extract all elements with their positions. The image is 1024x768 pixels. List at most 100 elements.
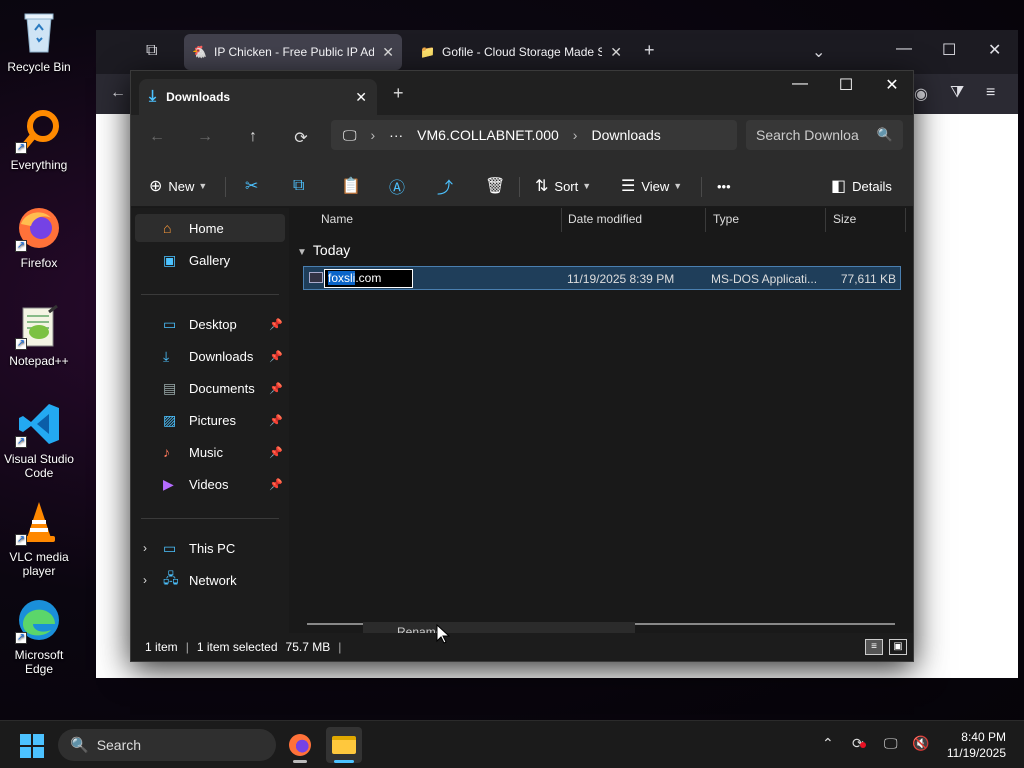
rename-icon: Ⓐ bbox=[389, 180, 406, 197]
taskbar-firefox[interactable] bbox=[282, 727, 318, 763]
sync-icon[interactable]: ⟳ bbox=[852, 735, 866, 752]
breadcrumb-separator-icon[interactable]: › bbox=[573, 127, 578, 143]
pin-icon[interactable]: 📌 bbox=[269, 318, 283, 331]
notepad-plus-plus-icon: ↗ bbox=[15, 302, 63, 350]
group-header-today[interactable]: ▼ Today bbox=[297, 242, 350, 258]
pin-icon[interactable]: 📌 bbox=[269, 478, 283, 491]
rename-button[interactable]: Ⓐ bbox=[389, 175, 411, 197]
share-button[interactable]: ⤴ bbox=[437, 175, 459, 197]
sidebar-item-pictures[interactable]: ▨ Pictures 📌 bbox=[135, 406, 285, 434]
maximize-button[interactable]: ☐ bbox=[823, 75, 869, 95]
sidebar-item-gallery[interactable]: ▣ Gallery bbox=[135, 246, 285, 274]
forward-button[interactable]: → bbox=[193, 128, 217, 146]
start-button[interactable] bbox=[20, 734, 44, 758]
close-tab-icon[interactable]: ✕ bbox=[610, 44, 622, 61]
copy-button[interactable]: ⧉ bbox=[293, 175, 310, 197]
column-divider[interactable] bbox=[561, 208, 562, 232]
sort-button[interactable]: ⇅ Sort ▼ bbox=[535, 175, 591, 197]
browser-tab-ipchicken[interactable]: 🐔 IP Chicken - Free Public IP Addr ✕ bbox=[184, 34, 402, 70]
column-header-date[interactable]: Date modified bbox=[568, 212, 642, 226]
details-view-icon[interactable]: ≡ bbox=[865, 639, 883, 655]
tab-overview-icon[interactable]: ⧉ bbox=[146, 42, 157, 60]
rename-input[interactable]: foxsli.com bbox=[324, 269, 413, 288]
chevron-right-icon[interactable]: › bbox=[143, 541, 147, 555]
desktop-icon-firefox[interactable]: ↗ Firefox bbox=[0, 204, 78, 270]
cut-button[interactable]: ✂ bbox=[245, 175, 264, 197]
new-tab-button[interactable]: + bbox=[644, 40, 655, 61]
browser-tab-title: IP Chicken - Free Public IP Addr bbox=[214, 45, 375, 59]
back-arrow-icon[interactable]: ← bbox=[110, 84, 126, 102]
breadcrumb-overflow[interactable]: ··· bbox=[389, 127, 403, 143]
more-options-button[interactable]: ••• bbox=[717, 175, 731, 197]
taskbar-file-explorer[interactable] bbox=[326, 727, 362, 763]
new-button[interactable]: ⊕ New ▼ bbox=[149, 175, 207, 197]
network-monitor-icon[interactable]: 🖵 bbox=[884, 735, 898, 752]
minimize-icon[interactable]: — bbox=[896, 40, 912, 58]
close-button[interactable]: ✕ bbox=[869, 75, 915, 95]
network-icon: 🖧 bbox=[163, 570, 179, 586]
desktop-icon-label: VLC media player bbox=[9, 550, 69, 578]
taskbar-search[interactable]: 🔍 Search bbox=[58, 729, 276, 761]
details-pane-button[interactable]: ◧ Details bbox=[831, 175, 892, 197]
chevron-right-icon[interactable]: › bbox=[143, 573, 147, 587]
paste-button[interactable]: 📋 bbox=[341, 175, 367, 197]
desktop-icon-notepadpp[interactable]: ↗ Notepad++ bbox=[0, 302, 78, 368]
delete-button[interactable]: 🗑 bbox=[485, 175, 511, 197]
desktop-icon-vscode[interactable]: ↗ Visual Studio Code bbox=[0, 400, 78, 480]
sidebar-item-videos[interactable]: ▶ Videos 📌 bbox=[135, 470, 285, 498]
maximize-icon[interactable]: ☐ bbox=[942, 40, 956, 60]
desktop-icon-everything[interactable]: ↗ Everything bbox=[0, 106, 78, 172]
desktop-icon-edge[interactable]: ↗ Microsoft Edge bbox=[0, 596, 78, 676]
sidebar-item-this-pc[interactable]: › ▭ This PC bbox=[135, 534, 285, 562]
close-icon[interactable]: ✕ bbox=[988, 40, 1001, 60]
address-bar[interactable]: 🖵 › ··· VM6.COLLABNET.000 › Downloads bbox=[331, 120, 737, 150]
close-tab-icon[interactable]: ✕ bbox=[382, 44, 394, 61]
sidebar-item-desktop[interactable]: ▭ Desktop 📌 bbox=[135, 310, 285, 338]
pin-icon[interactable]: 📌 bbox=[269, 446, 283, 459]
sidebar-item-home[interactable]: ⌂ Home bbox=[135, 214, 285, 242]
status-divider: | bbox=[185, 640, 189, 654]
sidebar-item-documents[interactable]: ▤ Documents 📌 bbox=[135, 374, 285, 402]
hamburger-menu-icon[interactable]: ≡ bbox=[986, 84, 995, 102]
table-row[interactable]: foxsli.com 11/19/2025 8:39 PM MS-DOS App… bbox=[303, 266, 901, 290]
column-divider[interactable] bbox=[905, 208, 906, 232]
column-header-name[interactable]: Name bbox=[321, 212, 353, 226]
sync-error-badge bbox=[859, 742, 866, 748]
extensions-icon[interactable]: ⧩ bbox=[950, 84, 964, 102]
document-icon: ▤ bbox=[163, 379, 177, 396]
sidebar-item-downloads[interactable]: ⤓ Downloads 📌 bbox=[135, 342, 285, 370]
up-button[interactable]: ↑ bbox=[241, 128, 265, 146]
pin-icon[interactable]: 📌 bbox=[269, 414, 283, 427]
search-input[interactable]: Search Downloa 🔍 bbox=[746, 120, 903, 150]
sidebar-item-network[interactable]: › 🖧 Network bbox=[135, 566, 285, 594]
pin-icon[interactable]: 📌 bbox=[269, 350, 283, 363]
pin-icon[interactable]: 📌 bbox=[269, 382, 283, 395]
minimize-button[interactable]: — bbox=[777, 75, 823, 93]
list-tabs-chevron-icon[interactable]: ⌄ bbox=[812, 42, 825, 62]
new-tab-button[interactable]: + bbox=[393, 83, 404, 104]
column-divider[interactable] bbox=[825, 208, 826, 232]
copy-icon: ⧉ bbox=[293, 177, 305, 194]
column-header-type[interactable]: Type bbox=[713, 212, 739, 226]
tiles-view-icon[interactable]: ▣ bbox=[889, 639, 907, 655]
status-bar: 1 item | 1 item selected 75.7 MB | ≡ ▣ bbox=[131, 633, 913, 661]
breadcrumb-downloads[interactable]: Downloads bbox=[591, 127, 660, 143]
column-divider[interactable] bbox=[705, 208, 706, 232]
account-icon[interactable]: ◉ bbox=[914, 84, 928, 104]
breadcrumb-vm6[interactable]: VM6.COLLABNET.000 bbox=[417, 127, 559, 143]
refresh-button[interactable]: ⟳ bbox=[289, 128, 313, 148]
chevron-up-icon[interactable]: ⌃ bbox=[822, 735, 834, 752]
view-button[interactable]: ☰ View ▼ bbox=[621, 175, 682, 197]
windows-logo-quad bbox=[20, 734, 31, 745]
back-button[interactable]: ← bbox=[145, 128, 169, 146]
browser-tab-gofile[interactable]: 📁 Gofile - Cloud Storage Made Si ✕ bbox=[412, 34, 630, 70]
column-header-size[interactable]: Size bbox=[833, 212, 856, 226]
close-tab-icon[interactable]: ✕ bbox=[355, 89, 367, 106]
breadcrumb-separator-icon[interactable]: › bbox=[371, 127, 376, 143]
desktop-icon-vlc[interactable]: ↗ VLC media player bbox=[0, 498, 78, 578]
explorer-tab-downloads[interactable]: ⤓ Downloads ✕ bbox=[139, 79, 377, 115]
volume-muted-icon[interactable]: 🔇 bbox=[912, 735, 929, 752]
sidebar-item-music[interactable]: ♪ Music 📌 bbox=[135, 438, 285, 466]
desktop-icon-recycle-bin[interactable]: Recycle Bin bbox=[0, 8, 78, 74]
taskbar-clock[interactable]: 8:40 PM 11/19/2025 bbox=[947, 729, 1006, 761]
